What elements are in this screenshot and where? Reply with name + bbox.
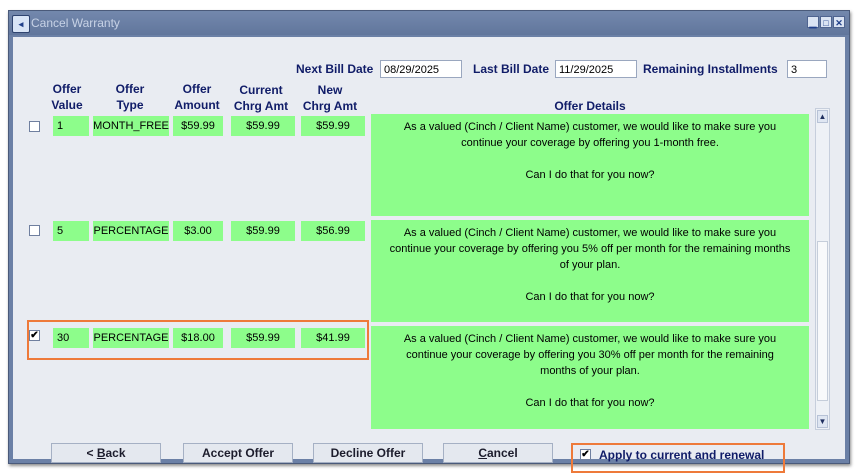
- header-offer-details: Offer Details: [554, 99, 626, 113]
- last-bill-date-field[interactable]: 11/29/2025: [555, 60, 637, 78]
- offer-2-details: As a valued (Cinch / Client Name) custom…: [371, 220, 809, 322]
- maximize-icon[interactable]: □: [820, 16, 832, 28]
- offer-2-amount: $3.00: [173, 221, 223, 241]
- back-button[interactable]: < Back: [51, 443, 161, 463]
- apply-label[interactable]: Apply to current and renewal: [599, 448, 764, 463]
- offer-3-question: Can I do that for you now?: [525, 397, 655, 409]
- offer-3-details-line1: As a valued (Cinch / Client Name) custom…: [403, 333, 777, 345]
- cancel-rest: ancel: [486, 446, 518, 460]
- header-offer-value-line1: Offer: [52, 82, 82, 96]
- offer-3-details: As a valued (Cinch / Client Name) custom…: [371, 326, 809, 429]
- header-new-line2: Chrg Amt: [302, 99, 358, 113]
- header-current-line1: Current: [239, 83, 283, 97]
- back-rest: ack: [105, 446, 126, 460]
- header-new-line1: New: [317, 83, 343, 97]
- offer-3-checkbox[interactable]: ✔: [29, 330, 40, 341]
- header-offer-amount-line1: Offer: [182, 82, 212, 96]
- offer-1-new-chrg: $59.99: [301, 116, 365, 136]
- next-bill-date-label: Next Bill Date: [296, 62, 374, 76]
- offer-2-details-line3: of your plan.: [559, 259, 621, 271]
- minimize-icon[interactable]: ▁: [807, 16, 819, 28]
- header-offer-type-line1: Offer: [115, 82, 145, 96]
- offer-3-value: 30: [53, 328, 89, 348]
- offer-1-checkbox[interactable]: [29, 121, 40, 132]
- window-title: Cancel Warranty: [31, 16, 120, 30]
- cancel-button[interactable]: Cancel: [443, 443, 553, 463]
- offer-2-details-line1: As a valued (Cinch / Client Name) custom…: [403, 227, 777, 239]
- offer-1-details-line1: As a valued (Cinch / Client Name) custom…: [403, 121, 777, 133]
- offer-1-details: As a valued (Cinch / Client Name) custom…: [371, 114, 809, 216]
- header-offer-amount-line2: Amount: [174, 98, 220, 112]
- last-bill-date-label: Last Bill Date: [473, 62, 550, 76]
- offer-2-question: Can I do that for you now?: [525, 291, 655, 303]
- offer-1-question: Can I do that for you now?: [525, 169, 655, 181]
- header-offer-value: Offer Value: [47, 81, 87, 113]
- offer-2-checkbox[interactable]: [29, 225, 40, 236]
- title-bar[interactable]: ◂ Cancel Warranty ▁ □ ✕: [9, 11, 849, 35]
- header-offer-type-line2: Type: [116, 98, 144, 112]
- accept-offer-button[interactable]: Accept Offer: [183, 443, 293, 463]
- header-current-chrg-amt: Current Chrg Amt: [231, 82, 291, 114]
- offer-3-new-chrg: $41.99: [301, 328, 365, 348]
- close-icon[interactable]: ✕: [833, 16, 845, 28]
- offers-scrollbar[interactable]: ▲ ▼: [815, 108, 830, 430]
- scroll-down-icon[interactable]: ▼: [817, 415, 828, 428]
- remaining-installments-label: Remaining Installments: [643, 62, 778, 76]
- remaining-installments-field[interactable]: 3: [787, 60, 827, 78]
- decline-offer-button[interactable]: Decline Offer: [313, 443, 423, 463]
- offer-2-type: PERCENTAGE: [93, 221, 169, 241]
- offer-3-current-chrg: $59.99: [231, 328, 295, 348]
- offer-3-details-line3: months of your plan.: [540, 365, 640, 377]
- offer-1-type: MONTH_FREE: [93, 116, 169, 136]
- offer-2-details-line2: continue your coverage by offering you 5…: [389, 243, 791, 255]
- cancel-mnemonic: C: [478, 446, 487, 460]
- offer-1-current-chrg: $59.99: [231, 116, 295, 136]
- offer-1-amount: $59.99: [173, 116, 223, 136]
- app-icon: ◂: [12, 15, 30, 33]
- scroll-up-icon[interactable]: ▲: [817, 110, 828, 123]
- apply-checkbox[interactable]: ✔: [580, 449, 591, 460]
- header-offer-amount: Offer Amount: [171, 81, 223, 113]
- cancel-warranty-window: ◂ Cancel Warranty ▁ □ ✕ Next Bill Date 0…: [8, 10, 850, 473]
- offer-3-amount: $18.00: [173, 328, 223, 348]
- offer-3-type: PERCENTAGE: [93, 328, 169, 348]
- offer-2-value: 5: [53, 221, 89, 241]
- offer-2-current-chrg: $59.99: [231, 221, 295, 241]
- back-prefix: <: [86, 446, 97, 460]
- header-offer-type: Offer Type: [101, 81, 159, 113]
- scroll-thumb[interactable]: [817, 241, 828, 401]
- offer-2-new-chrg: $56.99: [301, 221, 365, 241]
- dialog-content: Next Bill Date 08/29/2025 Last Bill Date…: [13, 37, 845, 473]
- header-new-chrg-amt: New Chrg Amt: [297, 82, 363, 114]
- header-current-line2: Chrg Amt: [233, 99, 289, 113]
- header-offer-value-line2: Value: [51, 98, 83, 112]
- offer-1-value: 1: [53, 116, 89, 136]
- offer-1-details-line2: continue your coverage by offering you 1…: [461, 137, 719, 149]
- offer-3-details-line2: continue your coverage by offering you 3…: [406, 349, 774, 361]
- next-bill-date-field[interactable]: 08/29/2025: [380, 60, 462, 78]
